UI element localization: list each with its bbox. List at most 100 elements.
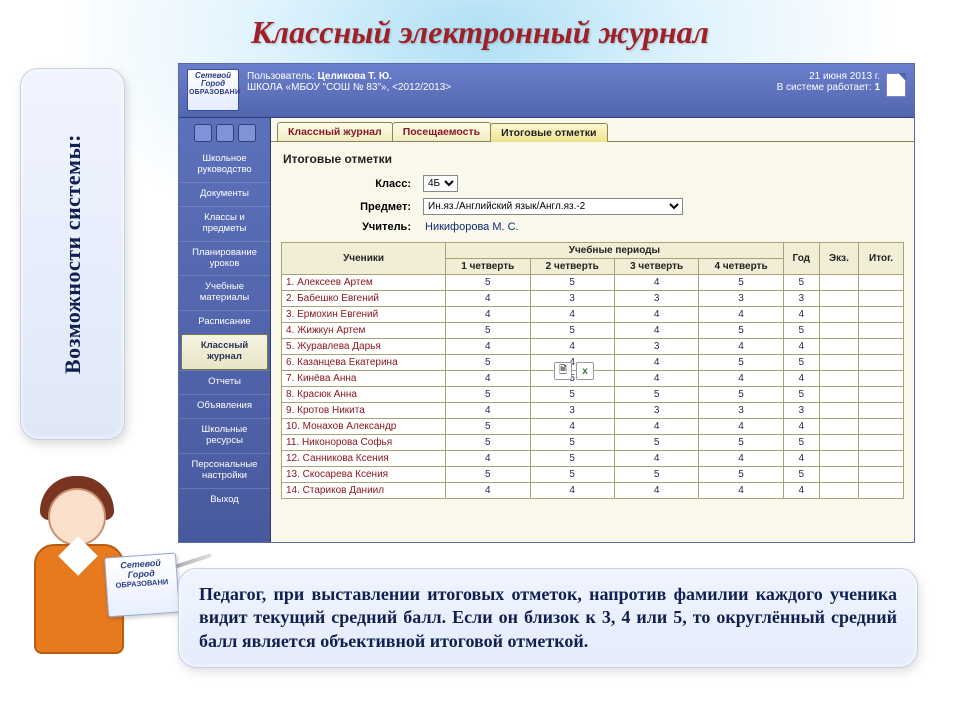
sidebar-item-3[interactable]: Планирование уроков (179, 241, 270, 276)
sidebar-item-7[interactable]: Отчеты (179, 370, 270, 394)
grade-cell[interactable] (859, 435, 904, 451)
grade-cell[interactable]: 4 (699, 451, 783, 467)
grade-cell[interactable]: 5 (446, 387, 530, 403)
subject-select[interactable]: Ин.яз./Английский язык/Англ.яз.-2 (423, 198, 683, 215)
grade-cell[interactable]: 3 (530, 403, 614, 419)
grade-cell[interactable] (819, 419, 858, 435)
document-icon[interactable] (886, 73, 906, 97)
sidebar-item-9[interactable]: Школьные ресурсы (179, 418, 270, 453)
grade-cell[interactable]: 4 (530, 307, 614, 323)
grade-cell[interactable]: 5 (699, 323, 783, 339)
grade-cell[interactable] (859, 467, 904, 483)
grade-cell[interactable] (819, 467, 858, 483)
grade-cell[interactable]: 4 (530, 339, 614, 355)
grade-cell[interactable]: 4 (783, 419, 819, 435)
grade-cell[interactable]: 5 (699, 355, 783, 371)
grade-cell[interactable]: 3 (783, 291, 819, 307)
grade-cell[interactable]: 5 (783, 355, 819, 371)
sidebar-item-5[interactable]: Расписание (179, 310, 270, 334)
grade-cell[interactable] (819, 339, 858, 355)
grade-cell[interactable]: 4 (446, 403, 530, 419)
grade-cell[interactable]: 4 (530, 419, 614, 435)
grade-cell[interactable]: 3 (614, 291, 698, 307)
grade-cell[interactable]: 4 (699, 419, 783, 435)
grade-cell[interactable]: 4 (446, 371, 530, 387)
export-excel-icon[interactable]: x (576, 362, 594, 380)
grade-cell[interactable]: 4 (614, 419, 698, 435)
grade-cell[interactable]: 5 (614, 435, 698, 451)
grade-cell[interactable]: 4 (699, 339, 783, 355)
grade-cell[interactable] (819, 275, 858, 291)
grade-cell[interactable] (859, 275, 904, 291)
grade-cell[interactable]: 5 (783, 387, 819, 403)
sidebar-item-10[interactable]: Персональные настройки (179, 453, 270, 488)
sidebar-item-0[interactable]: Школьное руководство (179, 148, 270, 182)
grade-cell[interactable] (859, 387, 904, 403)
grade-cell[interactable] (859, 307, 904, 323)
sidebar-item-4[interactable]: Учебные материалы (179, 275, 270, 310)
grade-cell[interactable]: 4 (446, 483, 530, 499)
tab-1[interactable]: Посещаемость (392, 122, 491, 141)
grade-cell[interactable] (859, 339, 904, 355)
grade-cell[interactable]: 5 (446, 419, 530, 435)
grade-cell[interactable] (819, 307, 858, 323)
grade-cell[interactable] (819, 403, 858, 419)
grade-cell[interactable]: 5 (614, 387, 698, 403)
tab-2[interactable]: Итоговые отметки (490, 123, 607, 142)
grade-cell[interactable] (819, 451, 858, 467)
grade-cell[interactable]: 4 (446, 307, 530, 323)
grade-cell[interactable] (859, 355, 904, 371)
grade-cell[interactable]: 5 (446, 275, 530, 291)
grade-cell[interactable]: 4 (699, 307, 783, 323)
grade-cell[interactable]: 5 (446, 467, 530, 483)
grade-cell[interactable]: 4 (446, 291, 530, 307)
grade-cell[interactable] (859, 371, 904, 387)
grade-cell[interactable] (819, 371, 858, 387)
grade-cell[interactable]: 3 (614, 403, 698, 419)
grade-cell[interactable]: 4 (446, 339, 530, 355)
grade-cell[interactable]: 5 (446, 355, 530, 371)
grade-cell[interactable]: 5 (530, 275, 614, 291)
grade-cell[interactable]: 4 (783, 339, 819, 355)
grade-cell[interactable]: 4 (699, 371, 783, 387)
grade-cell[interactable] (859, 451, 904, 467)
grade-cell[interactable]: 4 (614, 483, 698, 499)
print-icon[interactable]: 🗎 (554, 362, 572, 380)
grade-cell[interactable]: 4 (614, 371, 698, 387)
grade-cell[interactable]: 4 (614, 323, 698, 339)
grade-cell[interactable]: 4 (614, 451, 698, 467)
grade-cell[interactable]: 4 (783, 483, 819, 499)
grade-cell[interactable] (819, 291, 858, 307)
nav-icon-help[interactable] (238, 124, 256, 142)
class-select[interactable]: 4Б (423, 175, 458, 192)
grade-cell[interactable]: 5 (699, 387, 783, 403)
grade-cell[interactable]: 5 (530, 467, 614, 483)
grade-cell[interactable]: 4 (530, 483, 614, 499)
grade-cell[interactable]: 4 (783, 451, 819, 467)
grade-cell[interactable] (859, 419, 904, 435)
grade-cell[interactable]: 4 (614, 307, 698, 323)
grade-cell[interactable]: 4 (783, 371, 819, 387)
grade-cell[interactable] (819, 323, 858, 339)
grade-cell[interactable]: 5 (530, 387, 614, 403)
grade-cell[interactable]: 5 (699, 435, 783, 451)
grade-cell[interactable] (859, 483, 904, 499)
grade-cell[interactable]: 5 (783, 275, 819, 291)
grade-cell[interactable]: 5 (446, 323, 530, 339)
grade-cell[interactable]: 5 (530, 323, 614, 339)
grade-cell[interactable]: 5 (530, 435, 614, 451)
grade-cell[interactable]: 4 (699, 483, 783, 499)
tab-0[interactable]: Классный журнал (277, 122, 393, 141)
grade-cell[interactable] (859, 323, 904, 339)
grade-cell[interactable] (859, 403, 904, 419)
grade-cell[interactable]: 5 (699, 275, 783, 291)
grade-cell[interactable]: 3 (783, 403, 819, 419)
nav-icon-notes[interactable] (194, 124, 212, 142)
sidebar-item-2[interactable]: Классы и предметы (179, 206, 270, 241)
nav-icon-user[interactable] (216, 124, 234, 142)
sidebar-item-8[interactable]: Объявления (179, 394, 270, 418)
grade-cell[interactable]: 4 (783, 307, 819, 323)
sidebar-item-6[interactable]: Классный журнал (181, 334, 268, 370)
grade-cell[interactable]: 5 (446, 435, 530, 451)
grade-cell[interactable] (819, 483, 858, 499)
